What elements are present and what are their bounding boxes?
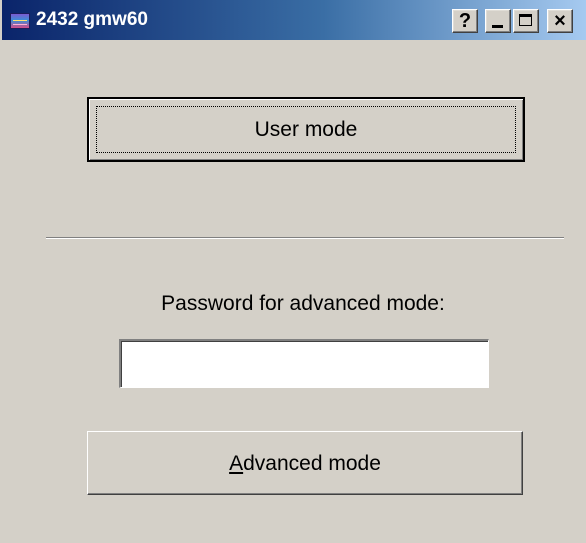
- advanced-mode-button[interactable]: Advanced mode: [87, 431, 523, 495]
- app-icon[interactable]: [10, 13, 30, 29]
- close-icon: ×: [554, 10, 566, 32]
- user-mode-button[interactable]: User mode: [87, 97, 525, 162]
- maximize-icon: [519, 14, 532, 26]
- minimize-icon: [492, 25, 503, 28]
- maximize-button[interactable]: [513, 9, 539, 33]
- close-button[interactable]: ×: [547, 9, 573, 33]
- title-bar[interactable]: 2432 gmw60 ? ×: [2, 0, 586, 40]
- password-input[interactable]: [119, 339, 489, 388]
- help-button[interactable]: ?: [452, 9, 478, 33]
- advanced-mode-button-text: dvanced mode: [243, 452, 381, 475]
- window-title: 2432 gmw60: [36, 9, 148, 30]
- password-label: Password for advanced mode:: [161, 292, 445, 315]
- mnemonic-letter: A: [229, 452, 244, 475]
- dialog-window: 2432 gmw60 ? × User mode Password for ad…: [0, 0, 586, 543]
- advanced-mode-button-label: Advanced mode: [88, 452, 522, 476]
- separator-line: [46, 237, 564, 239]
- user-mode-button-label: User mode: [254, 118, 358, 141]
- minimize-button[interactable]: [485, 9, 511, 33]
- help-icon: ?: [458, 10, 472, 32]
